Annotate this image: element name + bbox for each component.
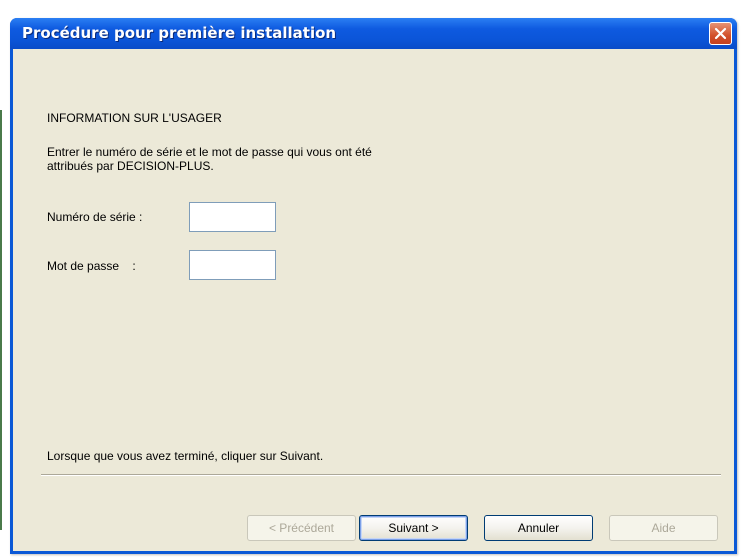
previous-button[interactable]: < Précédent xyxy=(247,515,356,541)
serial-number-label: Numéro de série : xyxy=(47,210,143,224)
button-divider xyxy=(41,474,721,476)
next-button[interactable]: Suivant > xyxy=(359,515,468,541)
background-window-border xyxy=(0,110,2,530)
password-input[interactable] xyxy=(189,250,276,280)
window-title: Procédure pour première installation xyxy=(22,24,337,42)
completion-hint: Lorsque que vous avez terminé, cliquer s… xyxy=(47,449,324,463)
section-heading: INFORMATION SUR L'USAGER xyxy=(47,111,222,125)
installation-dialog: Procédure pour première installation INF… xyxy=(10,18,737,554)
dialog-client-area: INFORMATION SUR L'USAGER Entrer le numér… xyxy=(13,49,734,551)
instructions-line-2: attribués par DECISION-PLUS. xyxy=(47,159,214,173)
serial-number-input[interactable] xyxy=(189,202,276,232)
close-icon xyxy=(714,27,727,40)
background-window-strip xyxy=(0,0,741,10)
title-bar[interactable]: Procédure pour première installation xyxy=(10,18,737,49)
cancel-button[interactable]: Annuler xyxy=(484,515,593,541)
help-button[interactable]: Aide xyxy=(609,515,718,541)
password-label: Mot de passe : xyxy=(47,259,136,273)
instructions-line-1: Entrer le numéro de série et le mot de p… xyxy=(47,145,372,159)
close-button[interactable] xyxy=(709,22,732,45)
